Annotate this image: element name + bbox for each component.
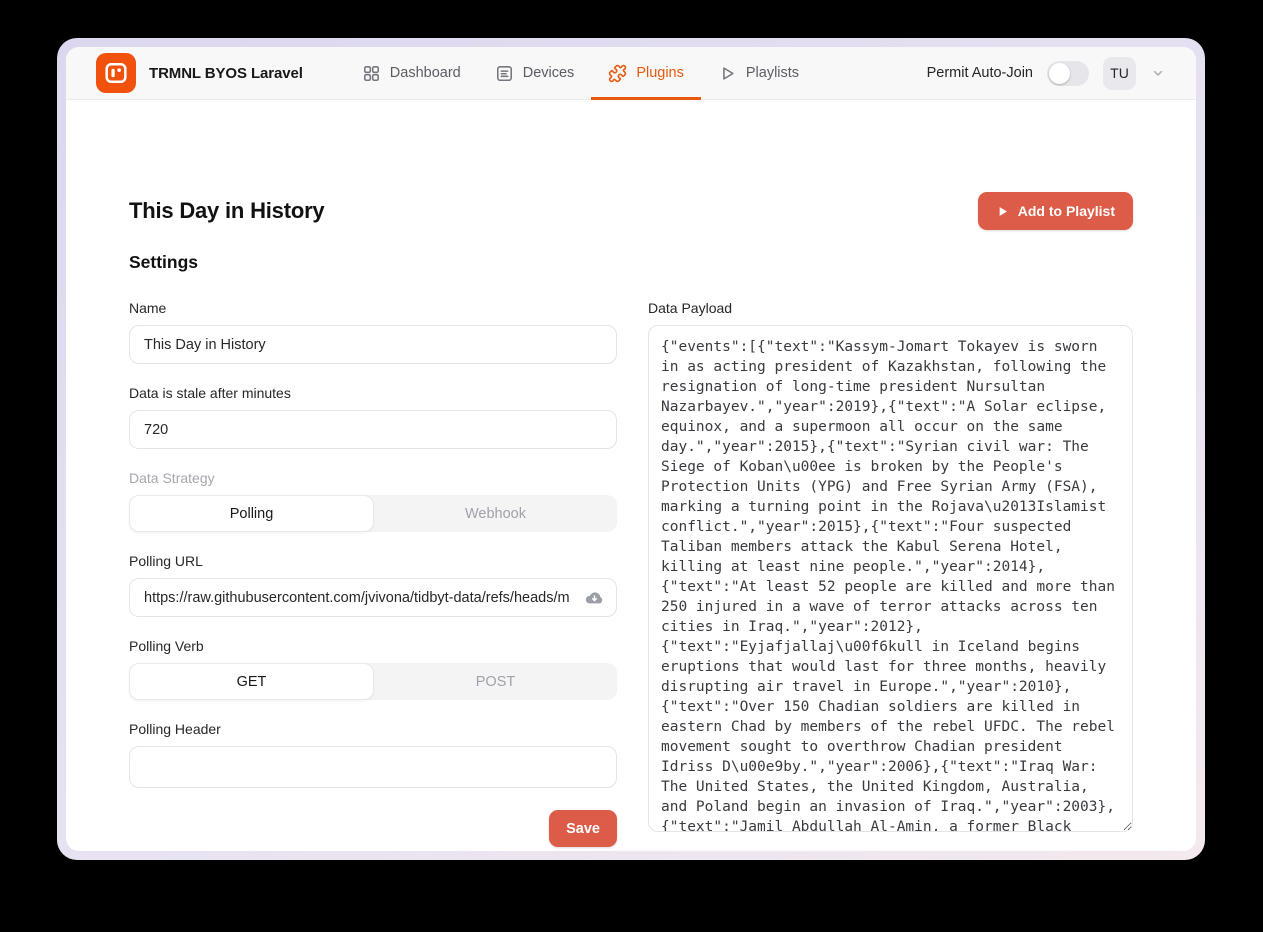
brand: TRMNL BYOS Laravel (96, 47, 303, 99)
polling-url-label: Polling URL (129, 552, 617, 570)
name-label: Name (129, 299, 617, 317)
stale-minutes-input[interactable] (129, 410, 617, 449)
stale-field-group: Data is stale after minutes (129, 384, 617, 449)
verb-option-post[interactable]: POST (374, 663, 617, 700)
trmnl-logo-icon (96, 53, 136, 93)
nav-label: Devices (523, 65, 575, 81)
settings-heading: Settings (129, 252, 1133, 273)
polling-header-input[interactable] (129, 746, 617, 788)
save-button[interactable]: Save (549, 810, 617, 847)
nav-item-plugins[interactable]: Plugins (591, 47, 701, 99)
add-to-playlist-button[interactable]: Add to Playlist (978, 192, 1133, 230)
name-input[interactable] (129, 325, 617, 364)
stale-minutes-label: Data is stale after minutes (129, 384, 617, 402)
permit-autojoin-label: Permit Auto-Join (927, 65, 1033, 81)
strategy-option-webhook[interactable]: Webhook (374, 495, 617, 532)
nav-item-devices[interactable]: Devices (478, 47, 592, 99)
play-outline-icon (718, 64, 737, 83)
permit-autojoin-toggle[interactable] (1047, 61, 1089, 86)
data-strategy-group: Data Strategy Polling Webhook (129, 469, 617, 532)
nav-item-playlists[interactable]: Playlists (701, 47, 816, 99)
polling-url-group: Polling URL (129, 552, 617, 617)
puzzle-icon (608, 64, 627, 83)
settings-form: Name Data is stale after minutes Data St… (129, 299, 1133, 847)
page-title: This Day in History (129, 198, 324, 224)
toggle-knob (1049, 63, 1070, 84)
polling-url-input[interactable] (129, 578, 617, 617)
data-payload-label: Data Payload (648, 299, 1133, 317)
brand-title: TRMNL BYOS Laravel (149, 65, 303, 82)
topbar: TRMNL BYOS Laravel Dashboard (66, 47, 1196, 100)
data-payload-input[interactable]: {"events":[{"text":"Kassym-Jomart Tokaye… (648, 325, 1133, 832)
grid-icon (362, 64, 381, 83)
nav-label: Playlists (746, 65, 799, 81)
polling-verb-segmented: GET POST (129, 663, 617, 700)
play-icon (996, 205, 1009, 218)
form-left-column: Name Data is stale after minutes Data St… (129, 299, 617, 847)
nav-label: Dashboard (390, 65, 461, 81)
nav-item-dashboard[interactable]: Dashboard (345, 47, 478, 99)
name-field-group: Name (129, 299, 617, 364)
polling-header-group: Polling Header (129, 720, 617, 793)
data-strategy-label: Data Strategy (129, 469, 617, 487)
data-strategy-segmented: Polling Webhook (129, 495, 617, 532)
nav-label: Plugins (636, 65, 684, 81)
cloud-download-icon[interactable] (584, 587, 605, 608)
verb-option-get[interactable]: GET (129, 663, 374, 700)
form-right-column: Data Payload {"events":[{"text":"Kassym-… (648, 299, 1133, 847)
page-content: This Day in History Add to Playlist Sett… (66, 100, 1196, 851)
polling-header-label: Polling Header (129, 720, 617, 738)
strategy-option-polling[interactable]: Polling (129, 495, 374, 532)
save-row: Save (129, 810, 617, 847)
add-to-playlist-label: Add to Playlist (1018, 203, 1115, 219)
device-list-icon (495, 64, 514, 83)
user-avatar[interactable]: TU (1103, 57, 1136, 90)
app-window: TRMNL BYOS Laravel Dashboard (57, 38, 1205, 860)
main-nav: Dashboard Devices (345, 47, 816, 99)
window-content: TRMNL BYOS Laravel Dashboard (66, 47, 1196, 851)
polling-verb-group: Polling Verb GET POST (129, 637, 617, 700)
topbar-right: Permit Auto-Join TU (927, 47, 1166, 99)
chevron-down-icon[interactable] (1150, 65, 1166, 81)
title-row: This Day in History Add to Playlist (129, 192, 1133, 230)
polling-verb-label: Polling Verb (129, 637, 617, 655)
